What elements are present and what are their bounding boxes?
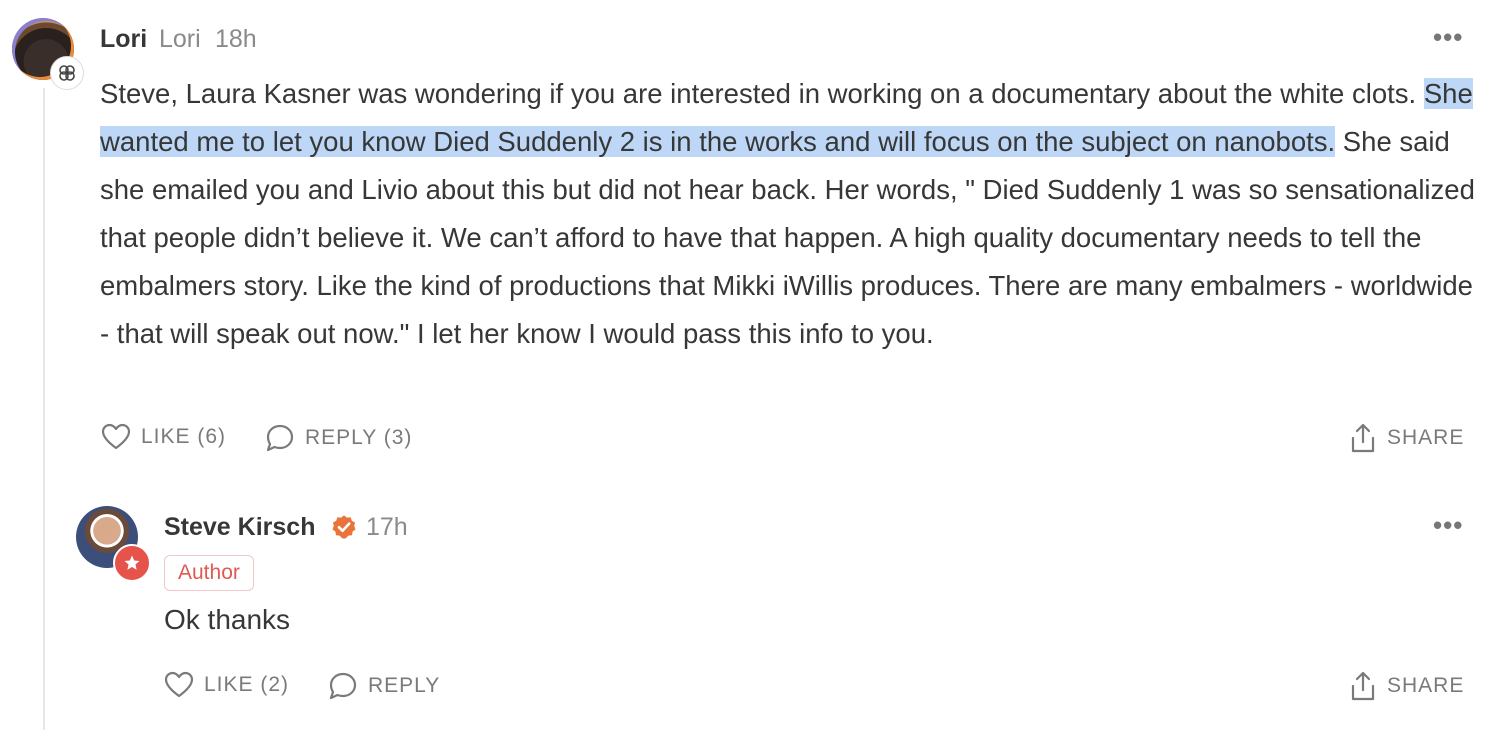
more-dots-icon[interactable]: ••• <box>1433 22 1463 53</box>
reply-author-name[interactable]: Steve Kirsch <box>164 513 315 542</box>
share-icon <box>1351 671 1375 701</box>
heart-icon <box>164 671 194 698</box>
reply-body: Ok thanks <box>164 604 291 635</box>
reply-label: REPLY <box>368 674 441 697</box>
star-badge-icon <box>113 544 151 582</box>
reply-share-button[interactable]: SHARE <box>1349 670 1464 702</box>
comment-author-handle[interactable]: Lori <box>159 25 201 54</box>
reply-label: REPLY (3) <box>305 426 413 449</box>
speech-bubble-icon <box>266 424 294 452</box>
comment-timestamp[interactable]: 18h <box>215 25 257 54</box>
comment-text-end: She said she emailed you and Livio about… <box>100 126 1475 349</box>
reply-button[interactable]: REPLY (3) <box>265 423 412 453</box>
reply-like-button[interactable]: LIKE (2) <box>164 671 289 699</box>
comment-author-name[interactable]: Lori <box>100 25 147 54</box>
reply-reply-button[interactable]: REPLY <box>328 671 440 701</box>
like-button[interactable]: LIKE (6) <box>101 423 226 451</box>
like-label: LIKE (6) <box>141 425 227 448</box>
verified-check-icon <box>331 514 357 545</box>
share-label: SHARE <box>1387 426 1465 449</box>
share-icon <box>1351 423 1375 453</box>
subscriber-badge-icon <box>50 56 84 90</box>
comment-body: Steve, Laura Kasner was wondering if you… <box>100 70 1480 358</box>
share-label: SHARE <box>1387 674 1465 697</box>
author-badge: Author <box>164 555 254 591</box>
speech-bubble-icon <box>329 672 357 700</box>
thread-line <box>43 88 45 730</box>
heart-icon <box>101 423 131 450</box>
like-label: LIKE (2) <box>204 673 290 696</box>
reply-timestamp[interactable]: 17h <box>366 513 408 542</box>
more-dots-icon[interactable]: ••• <box>1433 510 1463 541</box>
comment-text-start: Steve, Laura Kasner was wondering if you… <box>100 78 1424 109</box>
share-button[interactable]: SHARE <box>1349 422 1464 454</box>
